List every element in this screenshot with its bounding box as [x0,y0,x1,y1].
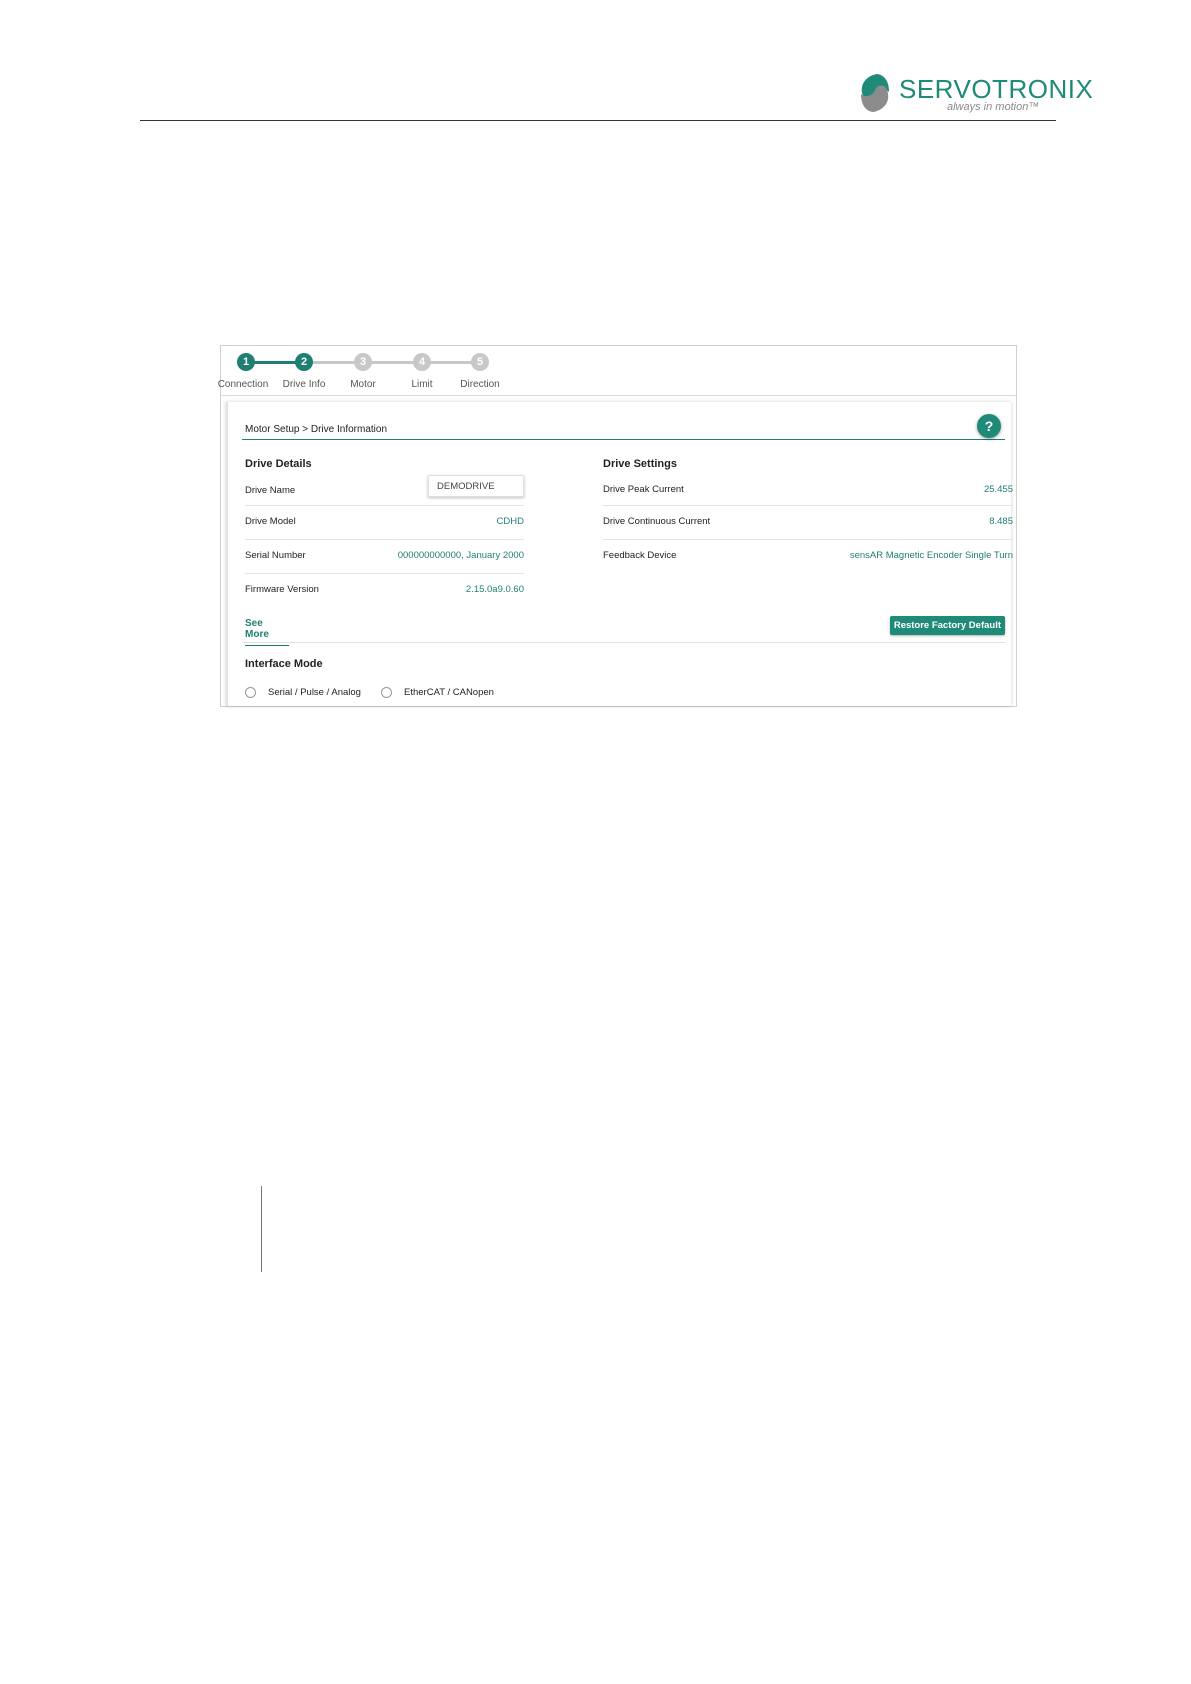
interface-mode-divider [242,642,1005,643]
feedback-device-label: Feedback Device [603,550,677,561]
breadcrumb: Motor Setup > Drive Information [245,424,388,435]
step-4-label: Limit [411,379,433,390]
header-divider [140,120,1056,121]
ethercat-option-label: EtherCAT / CANopen [404,687,494,698]
margin-change-bar [261,1186,262,1272]
drive-information-card: Motor Setup > Drive Information ? Drive … [226,402,1013,706]
drive-peak-current-row: Drive Peak Current 25.455 [603,472,1013,506]
drive-continuous-current-value: 8.485 [989,516,1013,527]
serial-option-label: Serial / Pulse / Analog [268,687,361,698]
interface-mode-title: Interface Mode [245,658,323,670]
step-5-circle[interactable]: 5 [471,353,489,371]
drive-continuous-current-label: Drive Continuous Current [603,516,711,527]
breadcrumb-divider [242,439,1005,440]
serial-number-value: 000000000000, January 2000 [397,550,524,561]
serial-radio[interactable] [245,687,256,698]
firmware-version-value: 2.15.0a9.0.60 [465,584,524,595]
drive-model-row: Drive Model CDHD [245,506,524,540]
step-2-circle[interactable]: 2 [295,353,313,371]
brand-tagline: always in motion™ [947,101,1040,113]
firmware-version-label: Firmware Version [245,584,319,595]
interface-option-serial[interactable]: Serial / Pulse / Analog [245,687,361,698]
serial-number-label: Serial Number [245,550,306,561]
drive-peak-current-value: 25.455 [983,484,1013,495]
setup-stepper: 1 2 3 4 5 Connection Drive Info Motor Li… [218,346,1016,394]
step-3-label: Motor [350,379,376,390]
drive-settings-title: Drive Settings [603,458,677,470]
restore-factory-default-button[interactable]: Restore Factory Default [889,616,1005,635]
feedback-device-row: Feedback Device sensAR Magnetic Encoder … [603,540,1013,574]
help-button[interactable]: ? [977,414,1001,438]
drive-continuous-current-row: Drive Continuous Current 8.485 [603,506,1013,540]
feedback-device-value: sensAR Magnetic Encoder Single Turn [849,550,1013,561]
stepper-divider [221,395,1016,396]
step-5-label: Direction [460,379,500,390]
drive-peak-current-label: Drive Peak Current [603,484,684,495]
step-4-circle[interactable]: 4 [413,353,431,371]
drive-name-input[interactable] [428,475,524,497]
interface-option-ethercat[interactable]: EtherCAT / CANopen [381,687,494,698]
ethercat-radio[interactable] [381,687,392,698]
servotronix-logo: SERVOTRONIX always in motion™ [855,72,1093,116]
firmware-version-row: Firmware Version 2.15.0a9.0.60 [245,574,524,608]
drive-details-title: Drive Details [245,458,312,470]
swirl-logo-icon [861,74,889,112]
drive-name-row: Drive Name [245,472,524,506]
step-3-circle[interactable]: 3 [354,353,372,371]
step-2-label: Drive Info [282,379,326,390]
drive-model-value: CDHD [496,516,524,527]
step-1-circle[interactable]: 1 [237,353,255,371]
drive-info-screenshot: 1 2 3 4 5 Connection Drive Info Motor Li… [218,345,1017,707]
step-1-label: Connection [217,379,269,390]
drive-name-label: Drive Name [245,485,296,496]
serial-number-row: Serial Number 000000000000, January 2000 [245,540,524,574]
drive-model-label: Drive Model [245,516,296,527]
